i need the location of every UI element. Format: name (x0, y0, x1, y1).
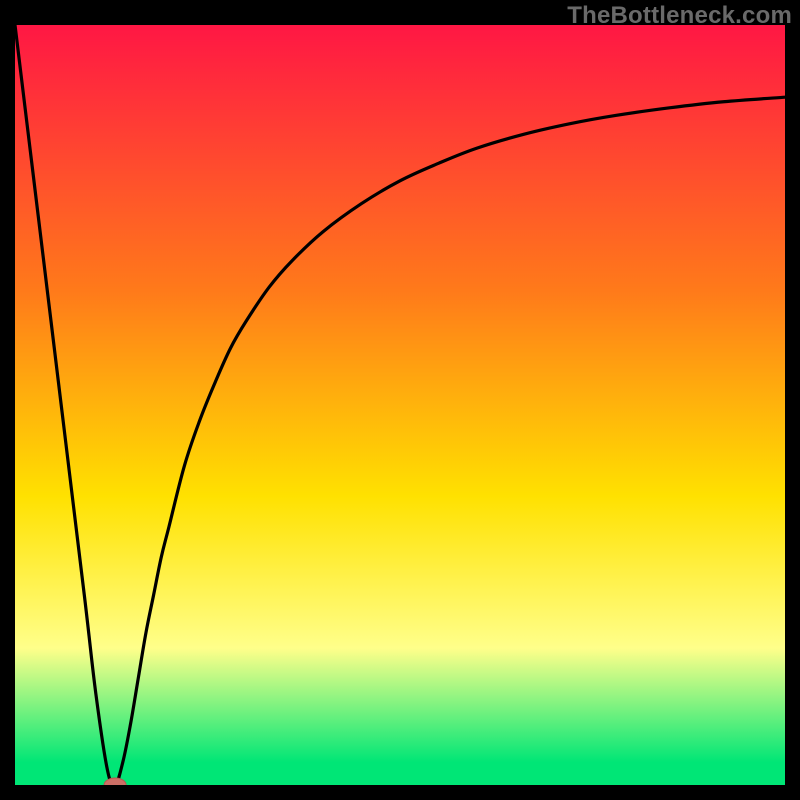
chart-svg (15, 25, 785, 785)
plot-area (15, 25, 785, 785)
watermark-text: TheBottleneck.com (567, 2, 792, 30)
chart-background (15, 25, 785, 785)
chart-frame: TheBottleneck.com (0, 0, 800, 800)
